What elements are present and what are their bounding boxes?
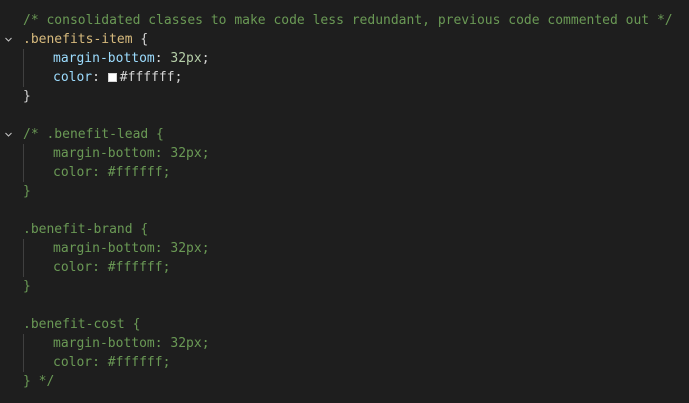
semicolon: ; [201, 51, 210, 66]
semicolon: ; [174, 70, 183, 85]
comment-text: } [23, 279, 31, 294]
code-line[interactable]: } [0, 277, 689, 296]
code-line[interactable]: /* .benefit-lead { [0, 125, 689, 144]
code-line[interactable]: color: #ffffff; [0, 258, 689, 277]
code-line[interactable]: margin-bottom: 32px; [0, 239, 689, 258]
code-line[interactable]: margin-bottom: 32px; [0, 334, 689, 353]
code-line[interactable]: .benefit-brand { [0, 220, 689, 239]
code-line[interactable] [0, 201, 689, 220]
code-line[interactable]: color: #ffffff; [0, 68, 689, 87]
comment-text: color: #ffffff; [53, 165, 171, 180]
code-line[interactable]: margin-bottom: 32px; [0, 49, 689, 68]
comment-text: .benefit-brand { [23, 222, 149, 237]
code-line[interactable] [0, 296, 689, 315]
css-value: #ffffff [119, 70, 175, 85]
code-line[interactable]: .benefits-item { [0, 30, 689, 49]
comment-text: color: #ffffff; [53, 355, 171, 370]
colon: : [92, 70, 108, 85]
fold-toggle[interactable] [0, 30, 22, 49]
colon: : [154, 51, 171, 66]
css-property: color [53, 70, 93, 85]
close-brace: } [23, 89, 31, 104]
comment-text: } */ [23, 374, 55, 389]
chevron-down-icon [5, 132, 12, 137]
fold-toggle[interactable] [0, 125, 22, 144]
comment-text: margin-bottom: 32px; [53, 241, 210, 256]
color-swatch-icon[interactable] [107, 73, 117, 82]
comment-text: /* consolidated classes to make code les… [23, 13, 673, 28]
comment-text: margin-bottom: 32px; [53, 146, 210, 161]
chevron-down-icon [5, 37, 12, 42]
comment-text: /* .benefit-lead { [23, 127, 164, 142]
code-line[interactable]: } [0, 182, 689, 201]
comment-text: margin-bottom: 32px; [53, 336, 210, 351]
code-editor[interactable]: /* consolidated classes to make code les… [0, 0, 689, 403]
code-line[interactable]: color: #ffffff; [0, 353, 689, 372]
css-property: margin-bottom [53, 51, 155, 66]
css-selector: .benefits-item [23, 32, 133, 47]
code-line[interactable]: /* consolidated classes to make code les… [0, 11, 689, 30]
comment-text: } [23, 184, 31, 199]
code-line[interactable]: color: #ffffff; [0, 163, 689, 182]
comment-text: .benefit-cost { [23, 317, 141, 332]
code-line[interactable]: .benefit-cost { [0, 315, 689, 334]
code-line[interactable]: } [0, 87, 689, 106]
comment-text: color: #ffffff; [53, 260, 171, 275]
code-line[interactable]: } */ [0, 372, 689, 391]
css-value: 32px [170, 51, 202, 66]
open-brace: { [132, 32, 149, 47]
code-line[interactable]: margin-bottom: 32px; [0, 144, 689, 163]
code-line[interactable] [0, 106, 689, 125]
